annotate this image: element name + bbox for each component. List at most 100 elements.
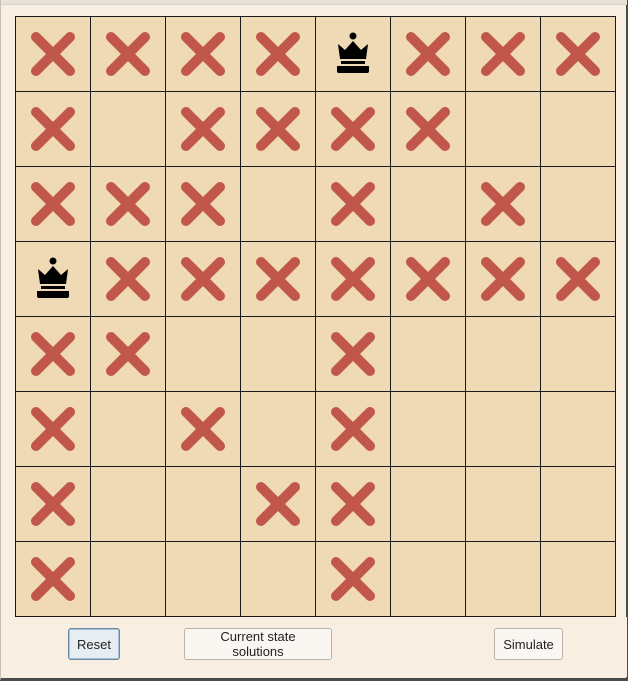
board-square[interactable] xyxy=(16,17,91,92)
board-square[interactable] xyxy=(316,317,391,392)
x-mark-icon xyxy=(556,257,600,301)
board-square[interactable] xyxy=(541,242,616,317)
board-square[interactable] xyxy=(91,92,166,167)
board-square[interactable] xyxy=(91,467,166,542)
board-square[interactable] xyxy=(91,317,166,392)
x-mark-icon xyxy=(31,557,75,601)
board-square[interactable] xyxy=(16,167,91,242)
x-mark-icon xyxy=(106,32,150,76)
x-mark-icon xyxy=(181,182,225,226)
board-square[interactable] xyxy=(466,242,541,317)
x-mark-icon xyxy=(481,32,525,76)
board-square[interactable] xyxy=(316,467,391,542)
board-square[interactable] xyxy=(16,392,91,467)
x-mark-icon xyxy=(106,182,150,226)
x-mark-icon xyxy=(31,332,75,376)
x-mark-icon xyxy=(181,32,225,76)
board-square[interactable] xyxy=(391,542,466,617)
board-square[interactable] xyxy=(466,542,541,617)
board-square[interactable] xyxy=(541,467,616,542)
x-mark-icon xyxy=(256,482,300,526)
board-square[interactable] xyxy=(391,317,466,392)
board-square[interactable] xyxy=(466,17,541,92)
board-square[interactable] xyxy=(391,167,466,242)
board-square[interactable] xyxy=(91,167,166,242)
board-square[interactable] xyxy=(541,317,616,392)
board-square[interactable] xyxy=(166,92,241,167)
board-square[interactable] xyxy=(316,542,391,617)
board-square[interactable] xyxy=(466,317,541,392)
x-mark-icon xyxy=(106,257,150,301)
board-square[interactable] xyxy=(16,242,91,317)
x-mark-icon xyxy=(481,182,525,226)
x-mark-icon xyxy=(256,32,300,76)
x-mark-icon xyxy=(481,257,525,301)
board-square[interactable] xyxy=(91,17,166,92)
board-square[interactable] xyxy=(541,167,616,242)
x-mark-icon xyxy=(406,257,450,301)
board-square[interactable] xyxy=(541,392,616,467)
board-square[interactable] xyxy=(166,467,241,542)
x-mark-icon xyxy=(331,557,375,601)
x-mark-icon xyxy=(181,107,225,151)
x-mark-icon xyxy=(331,407,375,451)
x-mark-icon xyxy=(331,332,375,376)
board-square[interactable] xyxy=(316,92,391,167)
x-mark-icon xyxy=(331,182,375,226)
board-square[interactable] xyxy=(241,542,316,617)
reset-button[interactable]: Reset xyxy=(68,628,120,660)
board-square[interactable] xyxy=(541,542,616,617)
x-mark-icon xyxy=(256,107,300,151)
app-window: Reset Current state solutions Simulate xyxy=(0,0,628,681)
board-square[interactable] xyxy=(391,242,466,317)
board-square[interactable] xyxy=(166,542,241,617)
board-square[interactable] xyxy=(541,17,616,92)
board-square[interactable] xyxy=(316,17,391,92)
board-square[interactable] xyxy=(391,467,466,542)
board-square[interactable] xyxy=(316,242,391,317)
board-square[interactable] xyxy=(391,17,466,92)
queen-icon xyxy=(337,32,369,73)
board-square[interactable] xyxy=(91,242,166,317)
x-mark-icon xyxy=(331,257,375,301)
board-square[interactable] xyxy=(241,317,316,392)
x-mark-icon xyxy=(406,107,450,151)
board-square[interactable] xyxy=(241,92,316,167)
board-square[interactable] xyxy=(91,542,166,617)
board-square[interactable] xyxy=(466,92,541,167)
board-square[interactable] xyxy=(391,392,466,467)
x-mark-icon xyxy=(331,482,375,526)
chess-board xyxy=(15,16,616,617)
x-mark-icon xyxy=(31,407,75,451)
board-square[interactable] xyxy=(466,467,541,542)
board-square[interactable] xyxy=(166,17,241,92)
board-square[interactable] xyxy=(241,467,316,542)
window-top-strip xyxy=(1,0,627,5)
current-state-solutions-button[interactable]: Current state solutions xyxy=(184,628,332,660)
control-bar: Reset Current state solutions Simulate xyxy=(1,617,627,677)
board-square[interactable] xyxy=(541,92,616,167)
x-mark-icon xyxy=(31,482,75,526)
simulate-button[interactable]: Simulate xyxy=(494,628,563,660)
board-square[interactable] xyxy=(241,167,316,242)
board-square[interactable] xyxy=(391,92,466,167)
board-square[interactable] xyxy=(16,542,91,617)
board-square[interactable] xyxy=(16,317,91,392)
board-square[interactable] xyxy=(316,392,391,467)
board-square[interactable] xyxy=(466,167,541,242)
board-square[interactable] xyxy=(166,242,241,317)
x-mark-icon xyxy=(181,407,225,451)
board-square[interactable] xyxy=(91,392,166,467)
board-square[interactable] xyxy=(166,317,241,392)
board-square[interactable] xyxy=(241,392,316,467)
x-mark-icon xyxy=(31,182,75,226)
board-square[interactable] xyxy=(316,167,391,242)
board-square[interactable] xyxy=(466,392,541,467)
board-square[interactable] xyxy=(241,242,316,317)
board-square[interactable] xyxy=(166,167,241,242)
board-square[interactable] xyxy=(166,392,241,467)
board-square[interactable] xyxy=(16,92,91,167)
board-square[interactable] xyxy=(241,17,316,92)
x-mark-icon xyxy=(106,332,150,376)
board-square[interactable] xyxy=(16,467,91,542)
